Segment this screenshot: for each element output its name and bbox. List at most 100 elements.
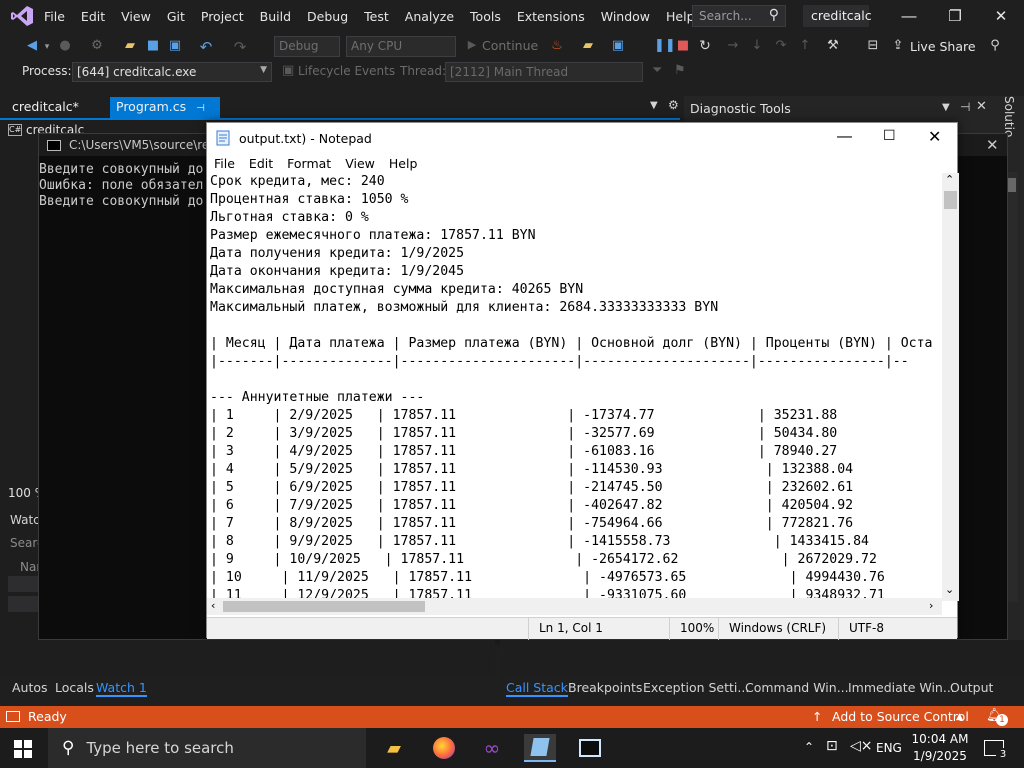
hot-reload-icon[interactable]: ♨ (550, 38, 564, 56)
volume-icon[interactable]: ◁× (850, 738, 873, 754)
menu-tools[interactable]: Tools (462, 9, 509, 24)
minimize-button[interactable]: ― (886, 0, 932, 32)
feedback-icon[interactable]: ⚲ (986, 38, 1004, 56)
folder-browse-icon[interactable]: ▰ (580, 38, 596, 56)
continue-button[interactable]: Continue (482, 38, 538, 53)
maximize-button[interactable]: ❐ (932, 0, 978, 32)
tab-output[interactable]: Output (950, 680, 993, 695)
windows-start-icon[interactable] (14, 740, 32, 758)
forward-icon[interactable]: ● (58, 38, 72, 56)
process-combo[interactable]: [644] creditcalc.exe ▼ (72, 62, 272, 82)
np-menu-view[interactable]: View (338, 156, 382, 171)
git-icon[interactable]: ⚙ (90, 38, 104, 56)
scroll-left-icon[interactable]: ‹ (211, 599, 215, 612)
step-into-icon[interactable]: ↓ (750, 38, 764, 56)
menu-debug[interactable]: Debug (299, 9, 356, 24)
solution-explorer-side-tab[interactable]: Solutio (1002, 96, 1016, 137)
np-hscroll-thumb[interactable] (223, 601, 425, 612)
menu-analyze[interactable]: Analyze (397, 9, 462, 24)
network-icon[interactable]: ⊡ (826, 738, 838, 754)
tray-chevron-up-icon[interactable]: ⌃ (804, 740, 814, 754)
language-indicator[interactable]: ENG (876, 741, 902, 755)
taskbar-clock[interactable]: 10:04 AM 1/9/2025 (908, 731, 972, 765)
open-folder-icon[interactable]: ▰ (122, 38, 138, 56)
np-menu-format[interactable]: Format (280, 156, 338, 171)
tab-immediate-window[interactable]: Immediate Win... (848, 680, 955, 695)
diagnostics-icon[interactable]: ⚒ (824, 38, 842, 56)
tab-exception-settings[interactable]: Exception Setti... (643, 680, 749, 695)
undo-icon[interactable]: ↶ (198, 38, 214, 56)
step-out-icon[interactable]: ↑ (798, 38, 812, 56)
browser-link-icon[interactable]: ▣ (610, 38, 626, 56)
save-icon[interactable]: ■ (146, 38, 160, 56)
firefox-icon[interactable] (428, 734, 460, 762)
notepad-taskbar-icon[interactable] (524, 734, 556, 762)
step-over-icon[interactable]: ↷ (774, 38, 788, 56)
solution-name-badge[interactable]: creditcalc (803, 5, 872, 27)
watch-row[interactable] (8, 596, 38, 612)
visual-studio-logo-icon[interactable] (10, 5, 34, 27)
pin-icon[interactable]: ⊣ (196, 103, 205, 114)
pause-icon[interactable]: ❚❚ (654, 38, 676, 56)
menu-file[interactable]: File (36, 9, 73, 24)
scroll-up-icon[interactable]: ⌃ (945, 173, 954, 186)
console-close-icon[interactable]: ✕ (986, 136, 999, 154)
tab-overflow-icon[interactable]: ▼ (650, 100, 658, 111)
menu-git[interactable]: Git (159, 9, 193, 24)
visual-studio-taskbar-icon[interactable]: ∞ (476, 734, 508, 762)
np-vscroll-thumb[interactable] (944, 191, 957, 209)
tab-call-stack[interactable]: Call Stack (506, 680, 568, 697)
show-next-statement-icon[interactable]: → (726, 38, 740, 56)
menu-window[interactable]: Window (593, 9, 658, 24)
thread-combo[interactable]: [2112] Main Thread (445, 62, 643, 82)
tab-locals[interactable]: Locals (55, 680, 94, 695)
breakpoint-all-icon[interactable]: ⊟ (864, 38, 882, 56)
restart-icon[interactable]: ↻ (698, 38, 712, 56)
pane-close-icon[interactable]: ✕ (976, 99, 987, 114)
back-icon[interactable]: ◀ (24, 38, 40, 56)
back-dropdown-icon[interactable]: ▾ (42, 42, 52, 60)
np-vertical-scrollbar[interactable]: ⌃ ⌄ (942, 173, 959, 601)
np-maximize-button[interactable]: ☐ (883, 128, 896, 144)
menu-project[interactable]: Project (193, 9, 252, 24)
menu-extensions[interactable]: Extensions (509, 9, 593, 24)
np-menu-file[interactable]: File (207, 156, 242, 171)
notepad-text-area[interactable]: Срок кредита, мес: 240 Процентная ставка:… (210, 173, 943, 601)
pane-pin-icon[interactable]: ⊣ (960, 100, 970, 114)
continue-play-icon[interactable]: ▶ (466, 38, 478, 56)
np-close-button[interactable]: ✕ (928, 127, 941, 146)
menu-test[interactable]: Test (356, 9, 397, 24)
close-button[interactable]: ✕ (978, 0, 1024, 32)
settings-icon[interactable]: ⚙ (668, 98, 679, 112)
config-combo[interactable]: Debug (274, 36, 340, 57)
tab-watch-1[interactable]: Watch 1 (96, 680, 147, 697)
pane-dropdown-icon[interactable]: ▼ (942, 102, 950, 113)
tab-breakpoints[interactable]: Breakpoints (568, 680, 642, 695)
np-horizontal-scrollbar[interactable]: ‹ › (207, 598, 942, 615)
menu-view[interactable]: View (113, 9, 159, 24)
save-all-icon[interactable]: ▣ (168, 38, 182, 56)
redo-icon[interactable]: ↷ (232, 38, 248, 56)
lifecycle-events-button[interactable]: Lifecycle Events (298, 64, 395, 78)
vs-search-box[interactable]: Search... ⚲ (692, 5, 786, 27)
flag-icon[interactable]: ⚑ (674, 63, 686, 78)
stop-icon[interactable]: ■ (676, 38, 690, 56)
filter-icon[interactable]: ⏷ (652, 63, 662, 78)
np-menu-help[interactable]: Help (382, 156, 425, 171)
np-minimize-button[interactable]: ― (837, 127, 852, 145)
tab-autos[interactable]: Autos (12, 680, 48, 695)
taskbar-search-box[interactable]: ⚲ Type here to search (48, 728, 366, 768)
tab-creditcalc[interactable]: creditcalc* (6, 97, 108, 118)
file-explorer-icon[interactable]: ▰ (378, 734, 410, 762)
menu-build[interactable]: Build (252, 9, 299, 24)
scroll-right-icon[interactable]: › (929, 599, 933, 612)
tab-program-cs[interactable]: Program.cs ⊣ ✕ (110, 97, 220, 129)
np-menu-edit[interactable]: Edit (242, 156, 280, 171)
watch-row[interactable] (8, 576, 38, 592)
menu-edit[interactable]: Edit (73, 9, 113, 24)
tab-command-window[interactable]: Command Win... (745, 680, 849, 695)
add-to-source-control-button[interactable]: Add to Source Control (832, 709, 969, 724)
console-taskbar-icon[interactable] (574, 734, 606, 762)
platform-combo[interactable]: Any CPU (346, 36, 456, 57)
live-share-button[interactable]: Live Share (910, 39, 976, 54)
